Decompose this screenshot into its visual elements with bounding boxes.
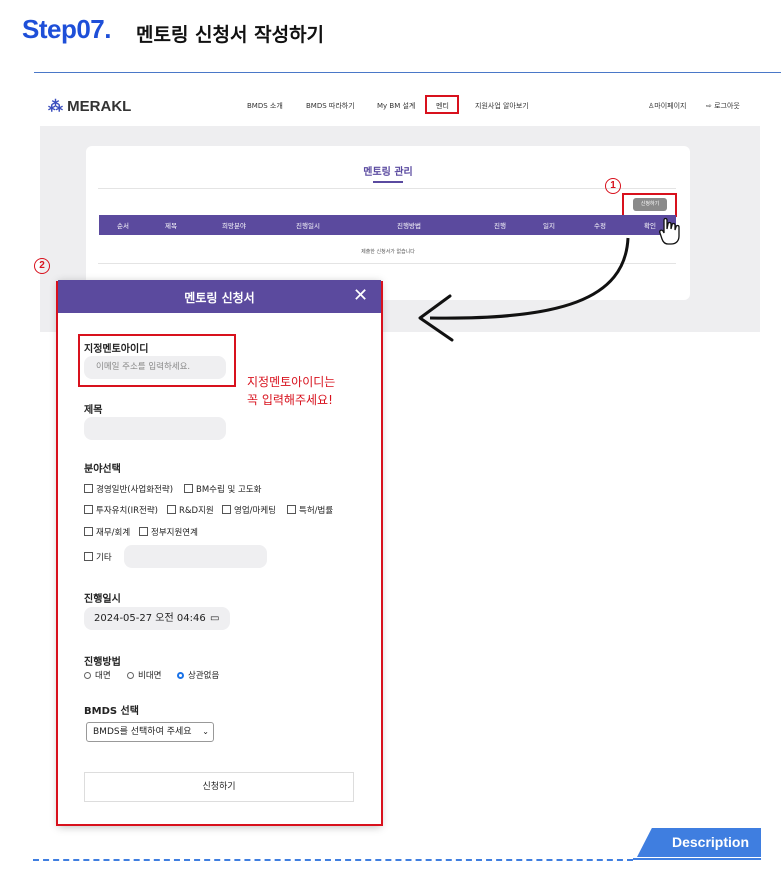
submit-button[interactable]: 신청하기 xyxy=(84,772,354,802)
other-field-input[interactable] xyxy=(124,545,267,568)
checkbox-icon xyxy=(84,505,93,514)
step-number: Step07. xyxy=(22,14,112,44)
column-header: 진행일시 xyxy=(296,222,320,230)
date-input[interactable]: 2024-05-27 오전 04:46 ▭ xyxy=(84,607,230,630)
field-checkbox[interactable]: R&D지원 xyxy=(167,504,214,516)
bmds-label: BMDS 선택 xyxy=(84,706,139,717)
table-header xyxy=(99,215,676,235)
mypage-link[interactable]: ♙마이페이지 xyxy=(648,101,686,111)
empty-table-message: 제출한 신청서가 없습니다 xyxy=(361,249,415,255)
method-radio-any[interactable]: 상관없음 xyxy=(177,669,219,681)
checkbox-icon xyxy=(84,484,93,493)
field-checkbox[interactable]: 정부지원연계 xyxy=(139,526,198,538)
table-bottom-divider xyxy=(98,263,676,264)
checkbox-icon xyxy=(222,505,231,514)
panel-title-underline xyxy=(373,181,403,183)
logout-icon: ⇨ xyxy=(706,102,715,110)
column-header: 희망분야 xyxy=(222,222,246,230)
logo-mark-icon: ⁂ xyxy=(48,98,68,115)
logo-text: MERAKL xyxy=(67,98,132,115)
method-radio-offline[interactable]: 대면 xyxy=(84,669,111,681)
nav-item-bmds-intro[interactable]: BMDS 소개 xyxy=(247,101,283,111)
nav-item-support[interactable]: 지원사업 알아보기 xyxy=(475,101,529,111)
checkbox-icon xyxy=(287,505,296,514)
bmds-select[interactable]: BMDS를 선택하여 주세요 ⌄ xyxy=(86,722,214,742)
column-header: 일지 xyxy=(543,222,555,230)
date-label: 진행일시 xyxy=(84,594,121,605)
checkbox-icon xyxy=(184,484,193,493)
step-marker-2: 2 xyxy=(34,258,50,274)
radio-selected-icon xyxy=(177,672,184,679)
field-label: 분야선택 xyxy=(84,464,121,475)
footer-dashed-line xyxy=(33,859,633,861)
calendar-icon[interactable]: ▭ xyxy=(210,607,219,630)
subject-input[interactable] xyxy=(84,417,226,440)
description-tab: Description xyxy=(637,828,761,857)
column-header: 진행 xyxy=(494,222,506,230)
panel-divider xyxy=(98,188,676,189)
method-radio-online[interactable]: 비대면 xyxy=(127,669,161,681)
column-header: 제목 xyxy=(165,222,177,230)
nav-item-my-bm[interactable]: My BM 설계 xyxy=(377,101,415,111)
field-checkbox-other[interactable]: 기타 xyxy=(84,551,112,563)
column-header: 수정 xyxy=(594,222,606,230)
step-marker-1: 1 xyxy=(605,178,621,194)
radio-icon xyxy=(127,672,134,679)
brand-logo[interactable]: ⁂ MERAKL xyxy=(48,97,131,115)
mentor-id-note: 지정멘토아이디는 꼭 입력해주세요! xyxy=(247,375,336,407)
footer-rule xyxy=(633,858,761,860)
column-header: 확인 xyxy=(644,222,656,230)
field-checkbox[interactable]: 경영일반(사업화전략) xyxy=(84,483,173,495)
column-header: 순서 xyxy=(117,222,129,230)
mentor-id-highlight xyxy=(78,334,236,387)
field-checkbox[interactable]: 특허/법률 xyxy=(287,504,333,516)
radio-icon xyxy=(84,672,91,679)
page-title: 멘토링 신청서 작성하기 xyxy=(136,24,325,46)
column-header: 진행방법 xyxy=(397,222,421,230)
field-checkbox[interactable]: 영업/마케팅 xyxy=(222,504,276,516)
field-checkbox[interactable]: 투자유치(IR전략) xyxy=(84,504,158,516)
checkbox-icon xyxy=(84,527,93,536)
apply-button-highlight xyxy=(622,193,677,217)
subject-label: 제목 xyxy=(84,405,103,416)
header-divider xyxy=(34,72,781,73)
method-label: 진행방법 xyxy=(84,657,121,668)
nav-mentee-highlight xyxy=(425,95,459,114)
checkbox-icon xyxy=(84,552,93,561)
logout-link[interactable]: ⇨ 로그아웃 xyxy=(706,101,740,111)
field-checkbox[interactable]: BM수립 및 고도화 xyxy=(184,483,262,495)
checkbox-icon xyxy=(167,505,176,514)
nav-item-bmds-follow[interactable]: BMDS 따라하기 xyxy=(306,101,355,111)
field-checkbox[interactable]: 재무/회계 xyxy=(84,526,130,538)
checkbox-icon xyxy=(139,527,148,536)
chevron-down-icon: ⌄ xyxy=(202,727,209,736)
panel-title: 멘토링 관리 xyxy=(363,167,413,178)
